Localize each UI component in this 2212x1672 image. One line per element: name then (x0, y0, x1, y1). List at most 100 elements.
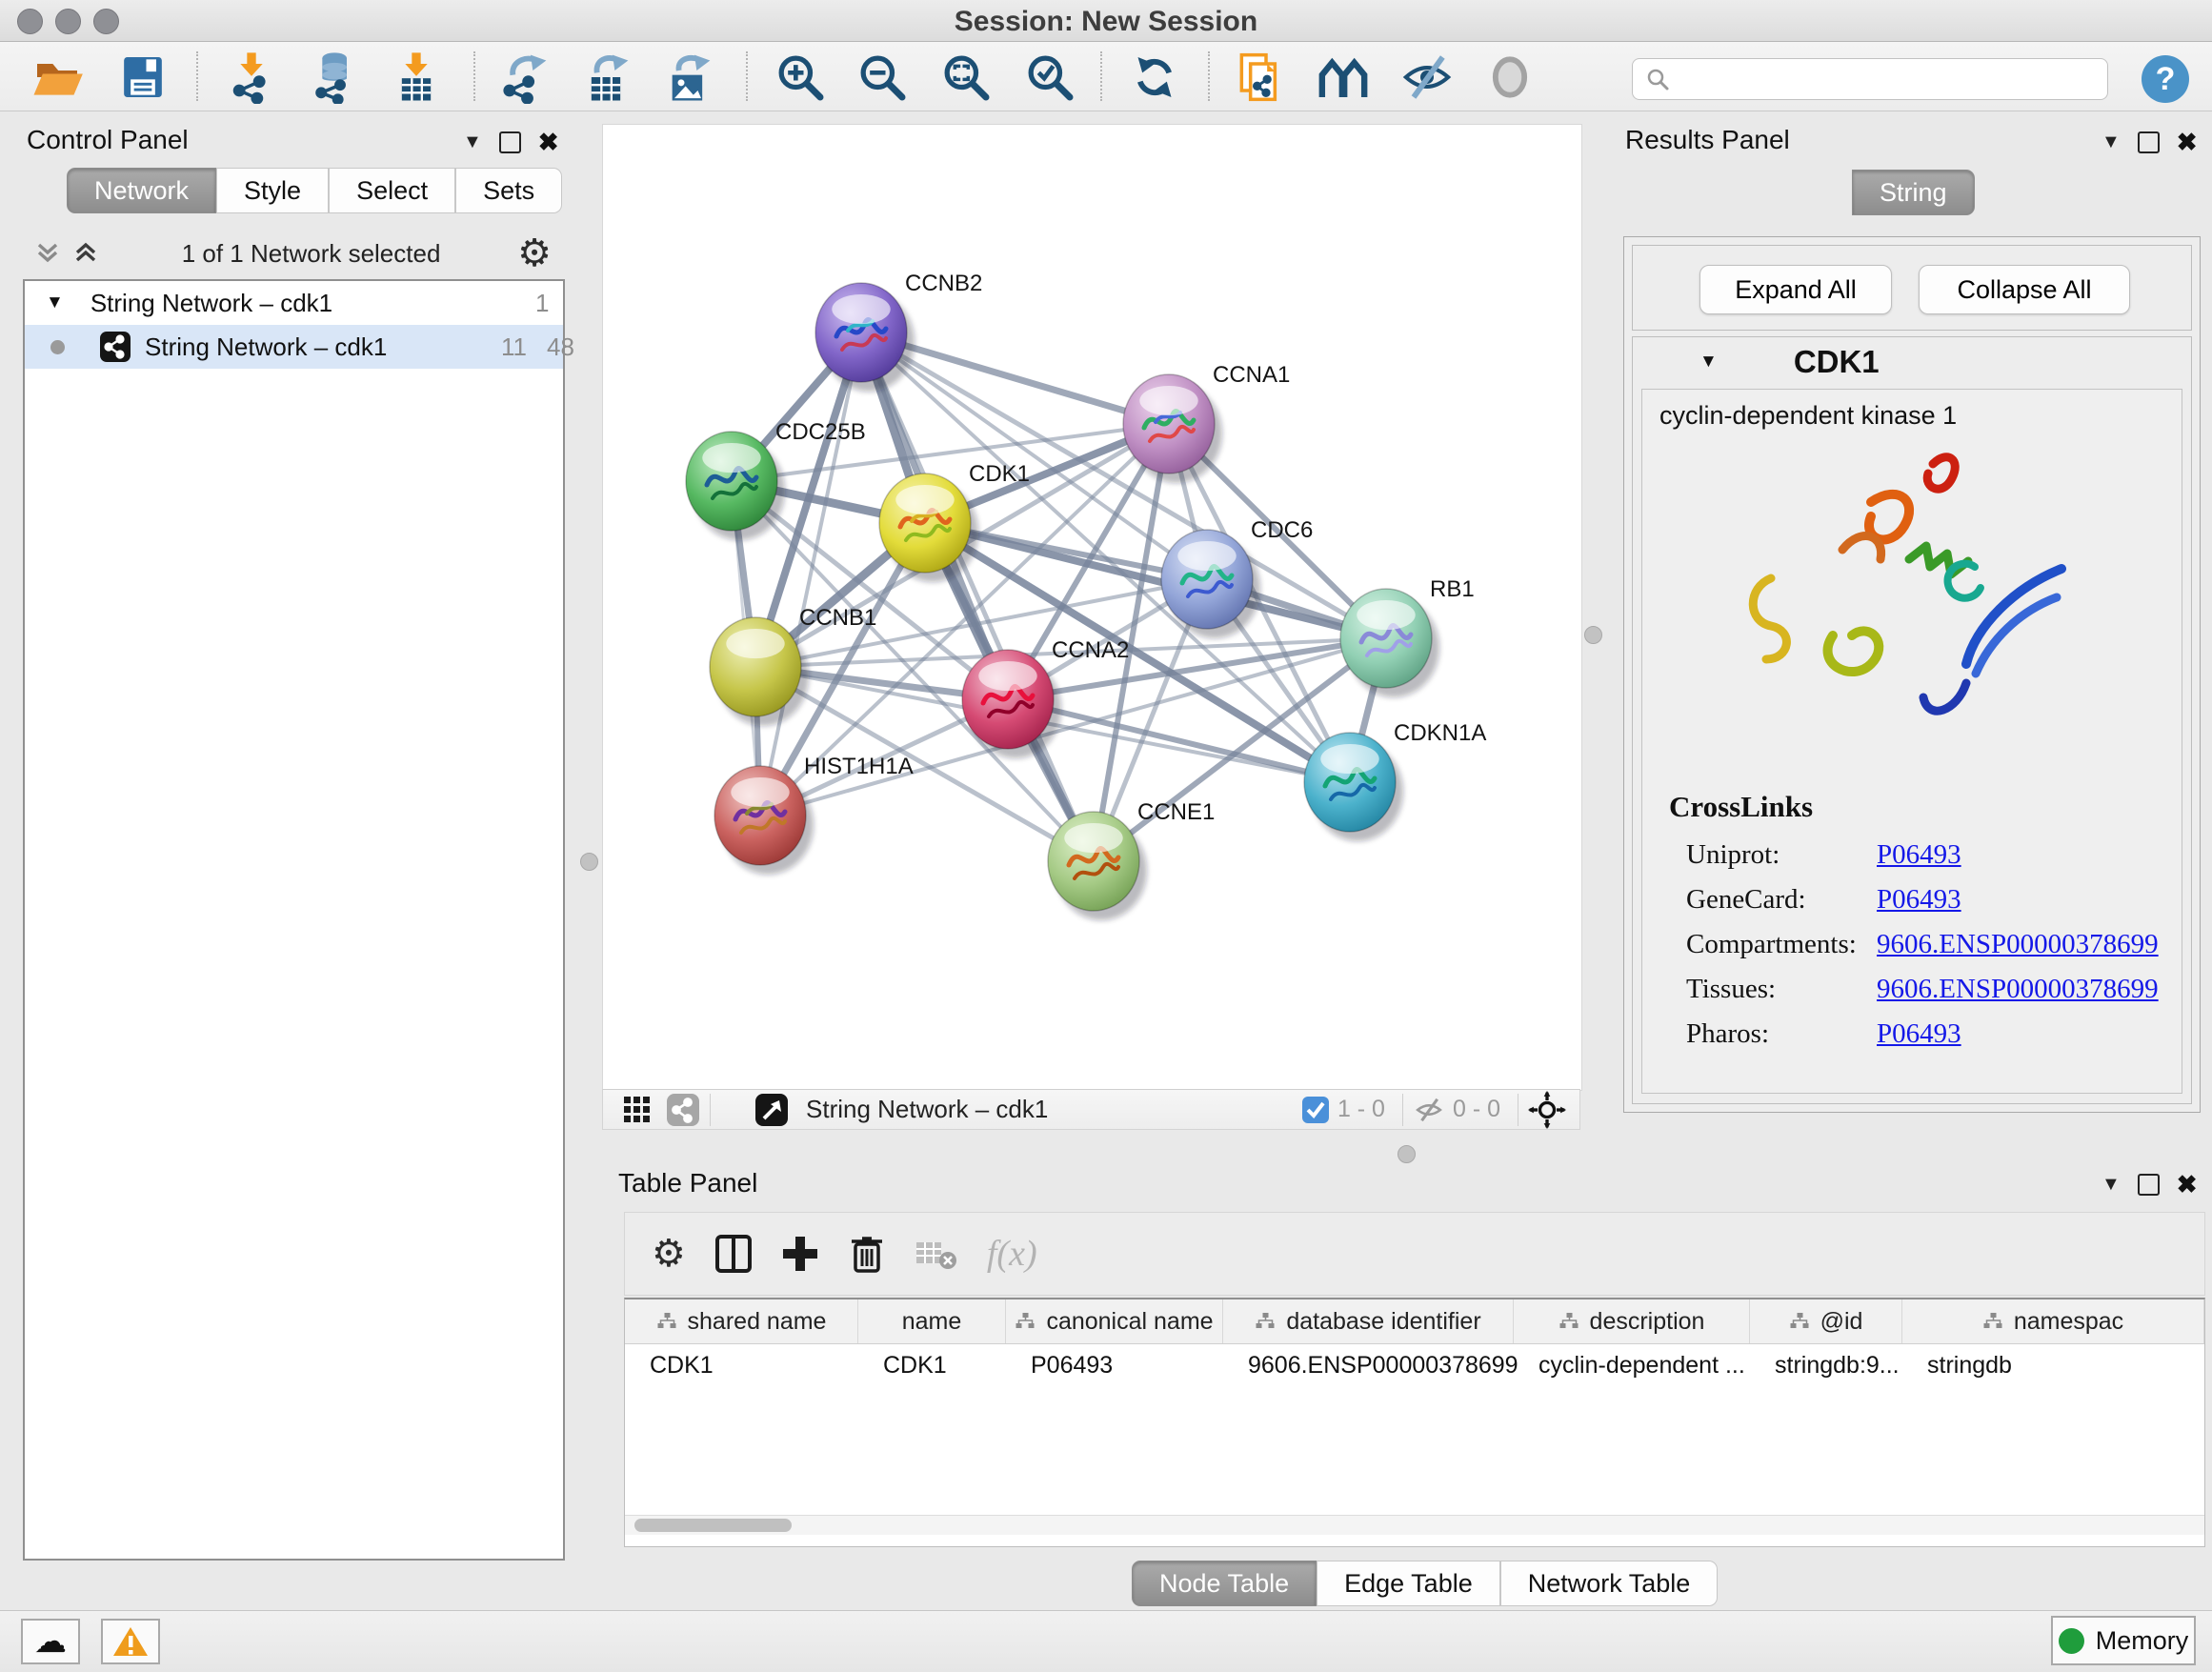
crosslink-link[interactable]: P06493 (1877, 839, 1961, 871)
panel-close-icon[interactable]: ✖ (2177, 1170, 2198, 1199)
column-header-@id[interactable]: @id (1750, 1299, 1902, 1343)
node-CCNA1[interactable]: CCNA1 (1123, 362, 1290, 483)
edge-CCNB2-CCNE1[interactable] (861, 332, 1094, 861)
node-RB1[interactable]: RB1 (1340, 576, 1475, 697)
tab-style[interactable]: Style (216, 168, 329, 213)
protein-section-header[interactable]: ▼ CDK1 (1633, 337, 2191, 387)
import-table-file-button[interactable] (386, 48, 447, 107)
save-session-button[interactable] (112, 48, 173, 107)
crosslink-link[interactable]: P06493 (1877, 1018, 1961, 1050)
tab-network-table[interactable]: Network Table (1500, 1561, 1719, 1606)
collapse-all-icon[interactable] (34, 239, 67, 268)
column-header-shared-name[interactable]: shared name (625, 1299, 858, 1343)
first-neighbors-button[interactable] (1313, 48, 1374, 107)
tab-node-table[interactable]: Node Table (1132, 1561, 1317, 1606)
section-collapse-icon[interactable]: ▼ (1699, 352, 1718, 373)
column-header-namespac[interactable]: namespac (1902, 1299, 2204, 1343)
birdseye-grid-icon[interactable] (622, 1095, 653, 1125)
hide-selection-button[interactable] (1397, 48, 1458, 107)
cell-namespac[interactable]: stringdb (1902, 1344, 2204, 1387)
panel-close-icon[interactable]: ✖ (2177, 128, 2198, 157)
column-header-database-identifier[interactable]: database identifier (1223, 1299, 1514, 1343)
table-row[interactable]: CDK1CDK1P064939606.ENSP00000378699cyclin… (625, 1344, 2204, 1387)
panel-collapse-icon[interactable]: ▼ (463, 131, 482, 153)
network-collection-row[interactable]: ▼ String Network – cdk1 1 (25, 281, 563, 325)
panel-float-icon[interactable] (2138, 131, 2160, 153)
edge-count: 48 (547, 332, 574, 362)
duplicate-network-button[interactable] (1229, 48, 1290, 107)
tree-expand-icon[interactable]: ▼ (46, 292, 64, 313)
column-type-icon (1015, 1312, 1036, 1331)
session-search-field[interactable] (1632, 58, 2108, 100)
tab-select[interactable]: Select (329, 168, 455, 213)
network-options-gear-icon[interactable]: ⚙ (517, 234, 552, 272)
zoom-fit-button[interactable] (935, 48, 996, 107)
import-network-file-button[interactable] (221, 48, 282, 107)
panel-close-icon[interactable]: ✖ (538, 128, 559, 157)
network-graph[interactable]: CCNB2CCNA1CDC25BCDK1CDC6RB1CCNB1CCNA2CDK… (603, 125, 1581, 1090)
export-image-button[interactable] (657, 48, 718, 107)
node-CDKN1A[interactable]: CDKN1A (1304, 720, 1486, 841)
tab-sets[interactable]: Sets (455, 168, 562, 213)
annotation-mode-icon[interactable] (754, 1093, 789, 1127)
tab-edge-table[interactable]: Edge Table (1317, 1561, 1500, 1606)
scrollbar-thumb[interactable] (634, 1519, 792, 1532)
hidden-eye-slash-icon[interactable] (1413, 1096, 1445, 1124)
cell-canonical-name[interactable]: P06493 (1006, 1344, 1223, 1387)
network-row[interactable]: String Network – cdk1 11 48 (25, 325, 563, 369)
selected-checkbox-icon[interactable] (1301, 1096, 1330, 1124)
crosslink-link[interactable]: 9606.ENSP00000378699 (1877, 929, 2159, 960)
node-CCNE1[interactable]: CCNE1 (1048, 799, 1215, 920)
node-CDC6[interactable]: CDC6 (1161, 517, 1313, 638)
tab-network[interactable]: Network (67, 168, 216, 213)
crosslink-link[interactable]: 9606.ENSP00000378699 (1877, 974, 2159, 1005)
delete-column-trash-icon[interactable] (848, 1233, 886, 1275)
bottom-splitter-handle[interactable] (1398, 1145, 1416, 1163)
string-style-icon[interactable] (666, 1093, 700, 1127)
expand-all-button[interactable]: Expand All (1699, 265, 1892, 314)
node-CCNB1[interactable]: CCNB1 (710, 605, 876, 726)
zoom-selected-button[interactable] (1019, 48, 1080, 107)
column-header-canonical-name[interactable]: canonical name (1006, 1299, 1223, 1343)
node-HIST1H1A[interactable]: HIST1H1A (714, 754, 914, 875)
export-network-button[interactable] (493, 48, 554, 107)
column-header-description[interactable]: description (1514, 1299, 1750, 1343)
help-button[interactable]: ? (2142, 55, 2189, 103)
cloud-status-button[interactable]: ☁ (21, 1619, 80, 1664)
left-splitter-handle[interactable] (580, 853, 598, 871)
cell-description[interactable]: cyclin-dependent ... (1514, 1344, 1750, 1387)
panel-collapse-icon[interactable]: ▼ (2101, 131, 2121, 153)
node-CDC25B[interactable]: CDC25B (686, 419, 866, 540)
node-CCNB2[interactable]: CCNB2 (815, 271, 982, 392)
network-canvas[interactable]: CCNB2CCNA1CDC25BCDK1CDC6RB1CCNB1CCNA2CDK… (602, 124, 1582, 1091)
panel-float-icon[interactable] (2138, 1174, 2160, 1196)
table-horizontal-scrollbar[interactable] (625, 1515, 2204, 1535)
panel-float-icon[interactable] (499, 131, 521, 153)
memory-button[interactable]: Memory (2051, 1616, 2196, 1665)
expand-all-icon[interactable] (72, 239, 105, 268)
zoom-in-button[interactable] (770, 48, 831, 107)
column-header-name[interactable]: name (858, 1299, 1006, 1343)
search-input[interactable] (1671, 64, 2075, 95)
right-splitter-handle[interactable] (1584, 626, 1602, 644)
open-session-button[interactable] (27, 48, 88, 107)
create-column-plus-icon[interactable] (781, 1233, 819, 1275)
node-table[interactable]: shared namenamecanonical namedatabase id… (624, 1298, 2205, 1547)
cell-shared-name[interactable]: CDK1 (625, 1344, 858, 1387)
warnings-button[interactable] (101, 1619, 160, 1664)
show-graphics-details-button[interactable] (1479, 48, 1540, 107)
apply-layout-button[interactable] (1124, 48, 1185, 107)
zoom-out-button[interactable] (852, 48, 913, 107)
cell-@id[interactable]: stringdb:9... (1750, 1344, 1902, 1387)
import-network-database-button[interactable] (303, 48, 364, 107)
panel-collapse-icon[interactable]: ▼ (2101, 1174, 2121, 1196)
table-options-gear-icon[interactable]: ⚙ (652, 1235, 686, 1273)
crosslink-link[interactable]: P06493 (1877, 884, 1961, 916)
cell-name[interactable]: CDK1 (858, 1344, 1006, 1387)
tab-string[interactable]: String (1852, 170, 1975, 215)
export-table-button[interactable] (575, 48, 636, 107)
collapse-all-button[interactable]: Collapse All (1919, 265, 2130, 314)
fit-selected-crosshair-icon[interactable] (1528, 1091, 1566, 1129)
cell-database-identifier[interactable]: 9606.ENSP00000378699 (1223, 1344, 1514, 1387)
show-columns-icon[interactable] (714, 1233, 753, 1275)
